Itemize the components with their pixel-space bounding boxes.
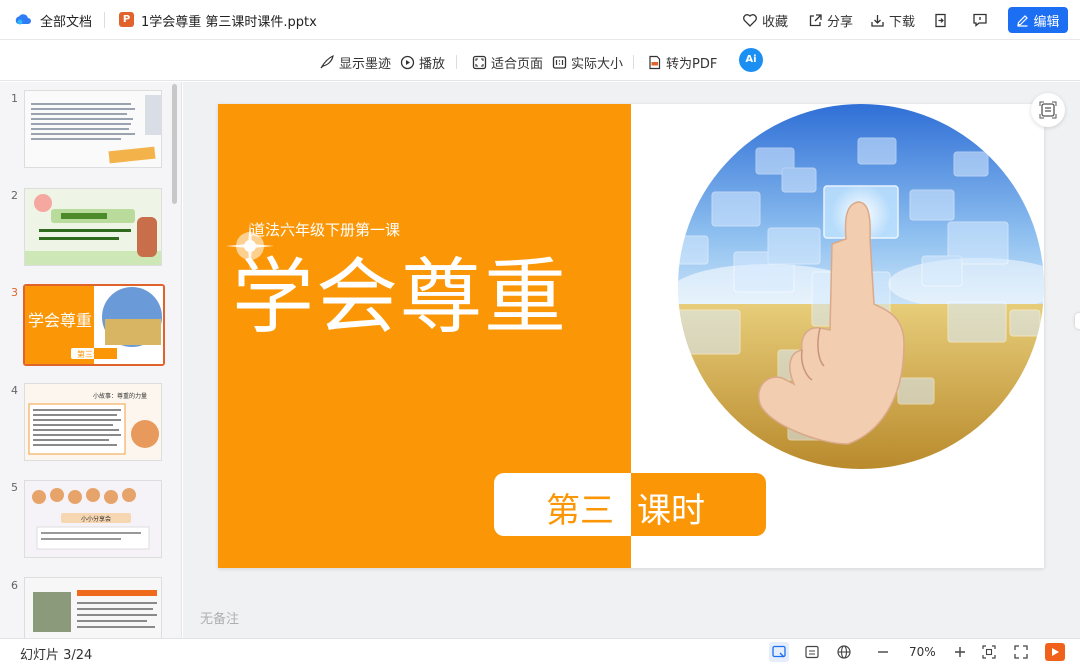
edit-label: 编辑 bbox=[1033, 14, 1060, 30]
heart-icon bbox=[743, 14, 757, 27]
thumbnail-scrollbar[interactable] bbox=[172, 84, 177, 204]
download-button[interactable]: 下载 bbox=[870, 10, 915, 30]
fullscreen-button[interactable] bbox=[1011, 642, 1031, 662]
thumb-5-title: 小小分享会 bbox=[81, 515, 111, 523]
play-circle-icon bbox=[400, 55, 415, 69]
normal-view-icon bbox=[772, 645, 786, 658]
slide-thumbnail-5[interactable]: 小小分享会 bbox=[24, 480, 162, 558]
pencil-icon bbox=[1017, 14, 1029, 27]
thumb-3-title: 学会尊重 bbox=[28, 311, 92, 330]
current-slide: 道法六年级下册第一课 学会尊重 第三 课时 bbox=[218, 104, 1044, 568]
slide-counter: 幻灯片 3/24 bbox=[20, 648, 93, 663]
thumbnail-6-preview bbox=[25, 578, 161, 638]
touchscreen-field-illustration bbox=[678, 104, 1044, 469]
thumbnail-number: 6 bbox=[11, 579, 18, 592]
ai-assistant-button[interactable]: Ai bbox=[739, 48, 763, 72]
share-label: 分享 bbox=[827, 14, 854, 30]
favorite-button[interactable]: 收藏 bbox=[742, 10, 788, 30]
slide-thumbnail-6[interactable] bbox=[24, 577, 162, 638]
slide-thumbnail-3[interactable]: 学会尊重 第三课时 bbox=[23, 284, 165, 366]
thumbnail-number: 1 bbox=[11, 92, 18, 105]
file-name: 1学会尊重 第三课时课件.pptx bbox=[141, 15, 317, 30]
web-view-button[interactable] bbox=[834, 642, 854, 662]
top-bar: 全部文档 P 1学会尊重 第三课时课件.pptx 收藏 分享 下载 编辑 bbox=[0, 0, 1080, 40]
globe-icon bbox=[837, 645, 851, 659]
minus-icon bbox=[878, 651, 888, 653]
toolbar-divider bbox=[456, 55, 457, 69]
export-button[interactable] bbox=[933, 10, 952, 30]
fit-page-button[interactable]: 适合页面 bbox=[472, 53, 544, 72]
show-ink-label: 显示墨迹 bbox=[339, 56, 392, 72]
slide-thumbnail-4[interactable]: 小故事：尊重的力量 bbox=[24, 383, 162, 461]
cloud-logo-icon bbox=[15, 14, 31, 25]
play-label: 播放 bbox=[419, 56, 446, 72]
thumbnail-number: 5 bbox=[11, 481, 18, 494]
lesson-unit-text: 课时 bbox=[637, 491, 705, 531]
fit-page-icon bbox=[472, 55, 487, 69]
notes-view-button[interactable] bbox=[802, 642, 822, 662]
thumb-3-badge: 第三课时 bbox=[77, 349, 109, 359]
plus-icon bbox=[955, 647, 965, 657]
all-docs-link[interactable]: 全部文档 bbox=[40, 11, 92, 30]
zoom-level[interactable]: 70% bbox=[909, 645, 936, 659]
favorite-label: 收藏 bbox=[762, 14, 789, 30]
to-pdf-label: 转为PDF bbox=[666, 56, 718, 72]
pptx-file-icon: P bbox=[119, 12, 134, 27]
thumbnail-number: 2 bbox=[11, 189, 18, 202]
notes-view-icon bbox=[805, 645, 819, 659]
ink-feather-icon bbox=[320, 55, 334, 69]
thumbnail-3-preview: 学会尊重 第三课时 bbox=[25, 286, 163, 364]
play-icon bbox=[1052, 648, 1059, 656]
slide-thumbnail-1[interactable] bbox=[24, 90, 162, 168]
thumbnail-2-preview bbox=[25, 189, 161, 265]
slideshow-play-button[interactable] bbox=[1045, 643, 1065, 661]
normal-view-button[interactable] bbox=[769, 642, 789, 662]
lesson-number-text: 第三 bbox=[546, 491, 614, 531]
share-button[interactable]: 分享 bbox=[808, 10, 853, 30]
download-icon bbox=[871, 14, 884, 27]
play-button[interactable]: 播放 bbox=[400, 53, 446, 72]
share-icon bbox=[809, 13, 822, 26]
slide-subtitle: 道法六年级下册第一课 bbox=[250, 221, 401, 239]
zoom-out-button[interactable] bbox=[873, 642, 893, 662]
slide-title: 学会尊重 bbox=[232, 250, 569, 345]
thumbnail-4-preview: 小故事：尊重的力量 bbox=[25, 384, 161, 460]
lesson-number-badge: 第三 课时 bbox=[494, 473, 766, 536]
show-ink-button[interactable]: 显示墨迹 bbox=[319, 53, 392, 72]
slide-hero-image bbox=[678, 104, 1044, 469]
toolbar-divider bbox=[633, 55, 634, 69]
collapse-panel-handle[interactable] bbox=[1075, 313, 1080, 329]
thumbnail-5-preview: 小小分享会 bbox=[25, 481, 161, 557]
thumbnail-1-preview bbox=[25, 91, 161, 167]
zoom-in-button[interactable] bbox=[950, 642, 970, 662]
fullscreen-icon bbox=[1014, 645, 1028, 659]
actual-size-icon bbox=[552, 55, 567, 69]
thumbnail-number: 4 bbox=[11, 384, 18, 397]
slide-thumbnail-2[interactable] bbox=[24, 188, 162, 266]
comment-button[interactable] bbox=[972, 10, 992, 30]
fit-window-icon bbox=[982, 645, 996, 659]
pdf-icon bbox=[649, 55, 661, 69]
to-pdf-button[interactable]: 转为PDF bbox=[647, 53, 718, 72]
divider bbox=[104, 12, 105, 28]
actual-size-button[interactable]: 实际大小 bbox=[552, 53, 624, 72]
view-toolbar: 显示墨迹 播放 适合页面 实际大小 转为PDF bbox=[0, 41, 1080, 81]
fit-window-button[interactable] bbox=[979, 642, 999, 662]
edit-button[interactable]: 编辑 bbox=[1008, 7, 1068, 33]
speaker-notes[interactable]: 无备注 bbox=[200, 608, 239, 627]
actual-size-label: 实际大小 bbox=[571, 56, 624, 72]
comment-icon bbox=[973, 13, 987, 27]
slide-screenshot-button[interactable] bbox=[1031, 93, 1065, 127]
thumbnail-number: 3 bbox=[11, 286, 18, 299]
export-doc-icon bbox=[935, 13, 946, 27]
fit-page-label: 适合页面 bbox=[491, 56, 544, 72]
image-extract-icon bbox=[1039, 101, 1057, 119]
download-label: 下载 bbox=[889, 14, 916, 30]
slide-thumbnail-panel: 1 2 3 学会尊重 第三课时 4 小故事：尊重的力量 5 小小分享会 6 bbox=[0, 82, 182, 638]
thumb-4-title: 小故事：尊重的力量 bbox=[93, 392, 147, 400]
